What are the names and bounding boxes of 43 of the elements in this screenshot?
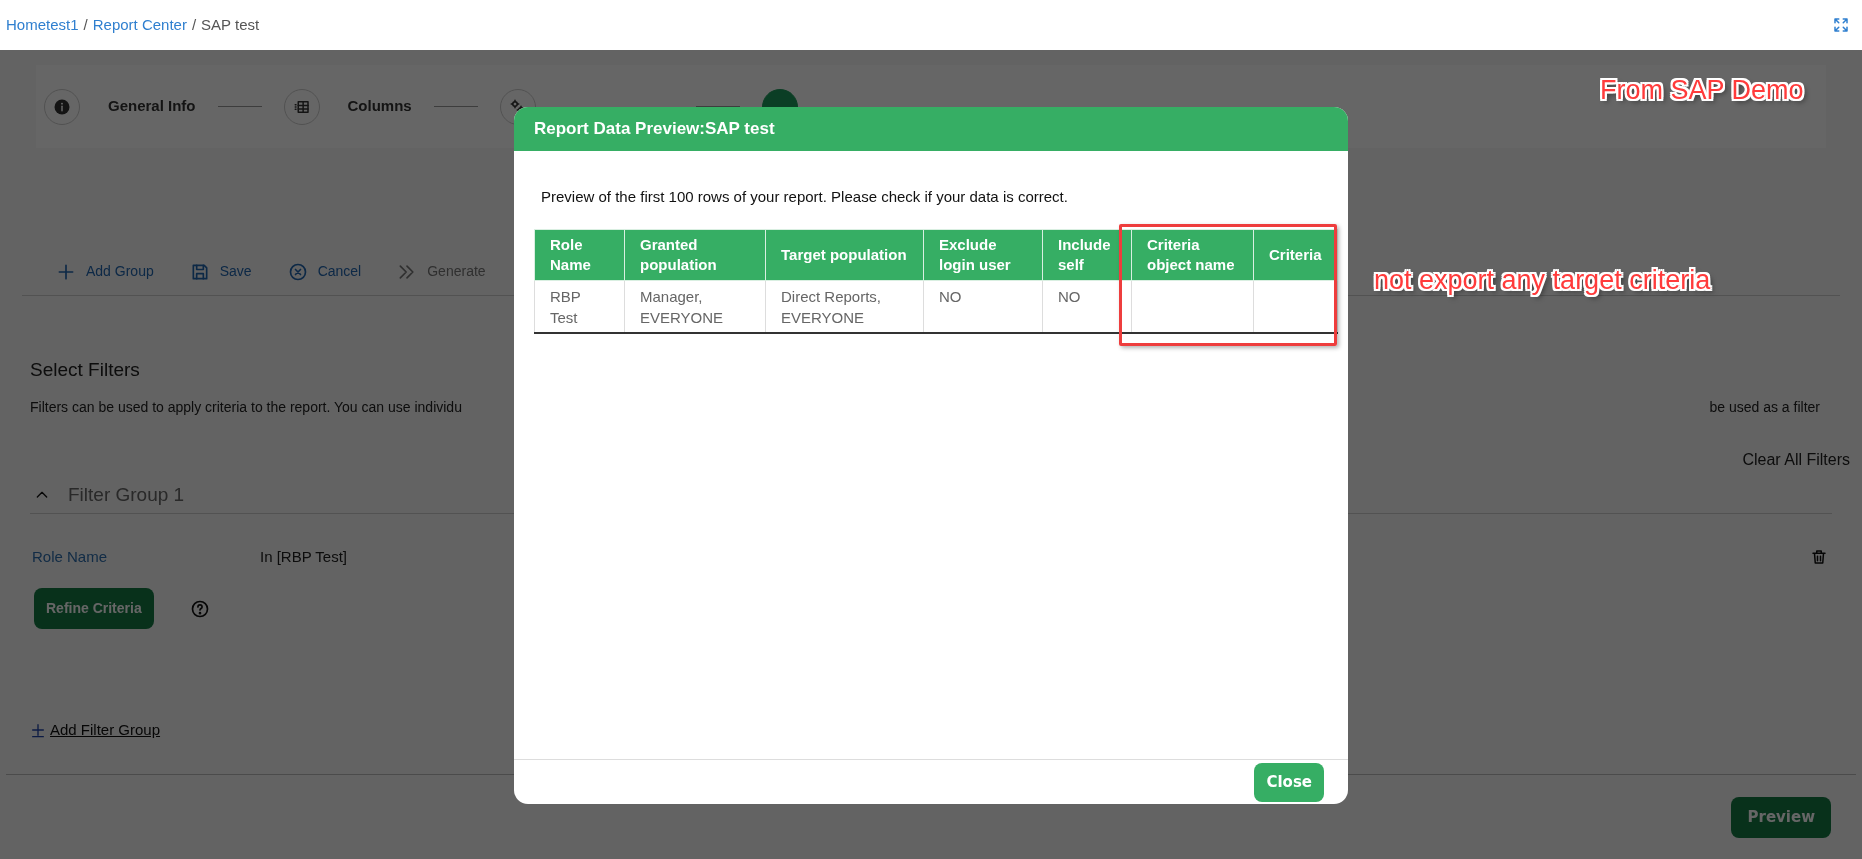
breadcrumb-separator: / [191,14,197,35]
table-cell: Manager, EVERYONE [624,280,766,333]
table-cell: Direct Reports, EVERYONE [765,280,924,333]
section-title: Select Filters [30,358,141,382]
breadcrumb-separator: / [83,14,88,35]
filter-group-title: Filter Group 1 [68,482,185,507]
filter-field-label: Role Name [32,546,109,567]
breadcrumb-current: SAP test [201,14,260,35]
description-text: be used as a filter [1709,397,1820,417]
column-header: Granted population [624,229,766,281]
info-icon [53,97,71,116]
breadcrumb-link[interactable]: Hometest1 [6,13,79,37]
close-button[interactable]: Close [1254,762,1324,802]
trash-icon [1810,547,1828,566]
breadcrumb-link[interactable]: Report Center [92,13,187,37]
annotation-text: not export any target criteria [1374,264,1711,297]
annotation-text: From SAP Demo [1600,74,1804,107]
plus-icon [30,721,46,740]
refine-criteria-button[interactable]: Refine Criteria [34,588,154,629]
fullscreen-icon [1832,16,1850,34]
column-header: Target population [765,229,924,281]
column-header: Include self [1042,229,1132,281]
table-cell: RBP Test [534,280,625,333]
help-icon [189,598,210,619]
clear-all-filters-button[interactable]: Clear All Filters [1742,447,1850,472]
dialog-message: Preview of the first 100 rows of your report. Please check if your data is correct. [541,187,1069,207]
column-header: Role Name [534,229,625,281]
step-label: Columns [347,96,412,117]
preview-button[interactable]: Preview [1731,796,1831,838]
toolbar-button[interactable]: Save [189,261,252,282]
add-filter-group-link[interactable]: Add Filter Group [30,719,161,742]
table-cell: NO [1042,280,1132,333]
table-cell: NO [923,280,1043,333]
column-header: Criteria [1253,229,1338,281]
toolbar-button[interactable]: Add Group [56,261,154,282]
column-header: Exclude login user [923,229,1043,281]
cancel-icon [287,261,308,282]
description-text: Filters can be used to apply criteria to the report. You can use individu [30,397,462,417]
step-label: General Info [108,96,196,117]
column-header: Criteria object name [1131,229,1254,281]
toolbar-button[interactable]: Cancel [287,261,362,282]
filter-value: In [RBP Test] [260,546,348,567]
dialog-title: Report Data Preview:SAP test [514,107,1348,151]
